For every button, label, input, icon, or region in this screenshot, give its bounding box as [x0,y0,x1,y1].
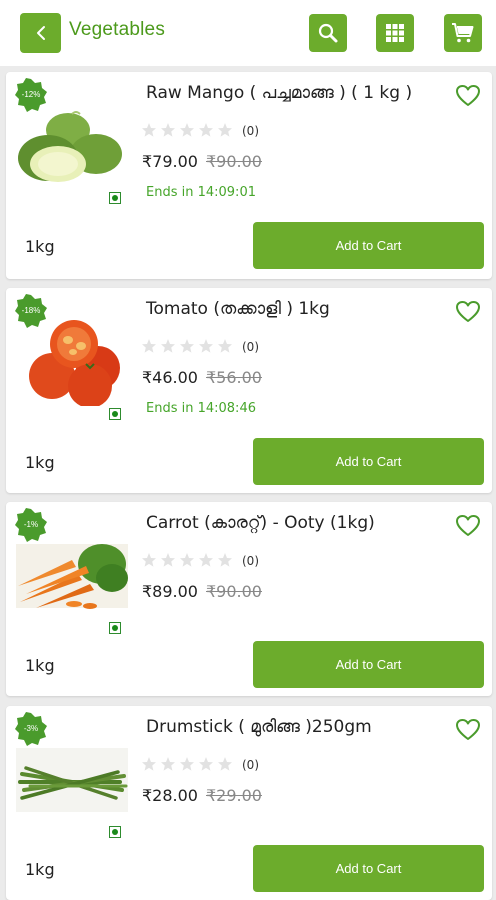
rating-count: (0) [242,554,259,568]
product-card[interactable]: -18% Tomato (തക്കാളി ) 1kg (0) ₹46.00 ₹5… [6,288,492,493]
star-icon [180,553,194,567]
heart-icon[interactable] [455,718,481,742]
price: ₹46.00 [142,368,198,387]
star-icon [142,123,156,137]
app-header: Vegetables [0,0,496,66]
product-name[interactable]: Raw Mango ( പച്ചമാങ്ങ ) ( 1 kg ) [146,83,412,103]
add-to-cart-button[interactable]: Add to Cart [253,438,484,485]
star-icon [161,123,175,137]
unit-label: 1kg [25,860,55,879]
heart-icon[interactable] [455,300,481,324]
chevron-left-icon [36,26,45,40]
rating-count: (0) [242,340,259,354]
veg-indicator-icon [109,622,121,634]
price: ₹89.00 [142,582,198,601]
veg-indicator-icon [109,408,121,420]
product-name[interactable]: Tomato (തക്കാളി ) 1kg [146,299,330,319]
unit-label: 1kg [25,237,55,256]
star-icon [161,553,175,567]
star-icon [142,757,156,771]
heart-icon[interactable] [455,84,481,108]
old-price: ₹29.00 [206,786,262,805]
old-price: ₹56.00 [206,368,262,387]
grid-icon [386,24,404,42]
star-icon [218,123,232,137]
add-to-cart-button[interactable]: Add to Cart [253,641,484,688]
star-icon [199,553,213,567]
veg-indicator-icon [109,826,121,838]
old-price: ₹90.00 [206,582,262,601]
old-price: ₹90.00 [206,152,262,171]
star-icon [199,339,213,353]
star-icon [161,757,175,771]
deal-timer: Ends in 14:09:01 [146,185,256,200]
cart-icon [452,23,474,43]
unit-label: 1kg [25,656,55,675]
search-button[interactable] [309,14,347,52]
product-name[interactable]: Drumstick ( മുരിങ്ങ )250gm [146,717,372,737]
rating-count: (0) [242,758,259,772]
star-icon [142,339,156,353]
star-icon [142,553,156,567]
star-rating [141,756,233,772]
page-title: Vegetables [69,19,166,40]
star-icon [218,339,232,353]
deal-timer: Ends in 14:08:46 [146,401,256,416]
star-icon [180,339,194,353]
cart-button[interactable] [444,14,482,52]
rating-count: (0) [242,124,259,138]
search-icon [318,23,338,43]
add-to-cart-button[interactable]: Add to Cart [253,845,484,892]
star-rating [141,338,233,354]
back-button[interactable] [20,13,61,53]
star-icon [180,757,194,771]
discount-badge: -12% [14,78,48,112]
product-card[interactable]: -1% Carrot (കാരറ്റ്) - Ooty (1kg) (0) ₹8… [6,502,492,696]
star-icon [180,123,194,137]
add-to-cart-button[interactable]: Add to Cart [253,222,484,269]
price: ₹28.00 [142,786,198,805]
discount-badge: -18% [14,294,48,328]
star-icon [161,339,175,353]
price: ₹79.00 [142,152,198,171]
star-rating [141,552,233,568]
star-icon [199,757,213,771]
star-icon [218,757,232,771]
discount-badge: -3% [14,712,48,746]
star-icon [218,553,232,567]
star-rating [141,122,233,138]
heart-icon[interactable] [455,514,481,538]
grid-view-button[interactable] [376,14,414,52]
product-card[interactable]: -12% Raw Mango ( പച്ചമാങ്ങ ) ( 1 kg ) (0… [6,72,492,279]
product-card[interactable]: -3% Drumstick ( മുരിങ്ങ )250gm (0) ₹28.0… [6,706,492,900]
star-icon [199,123,213,137]
unit-label: 1kg [25,453,55,472]
product-name[interactable]: Carrot (കാരറ്റ്) - Ooty (1kg) [146,513,375,533]
discount-badge: -1% [14,508,48,542]
veg-indicator-icon [109,192,121,204]
